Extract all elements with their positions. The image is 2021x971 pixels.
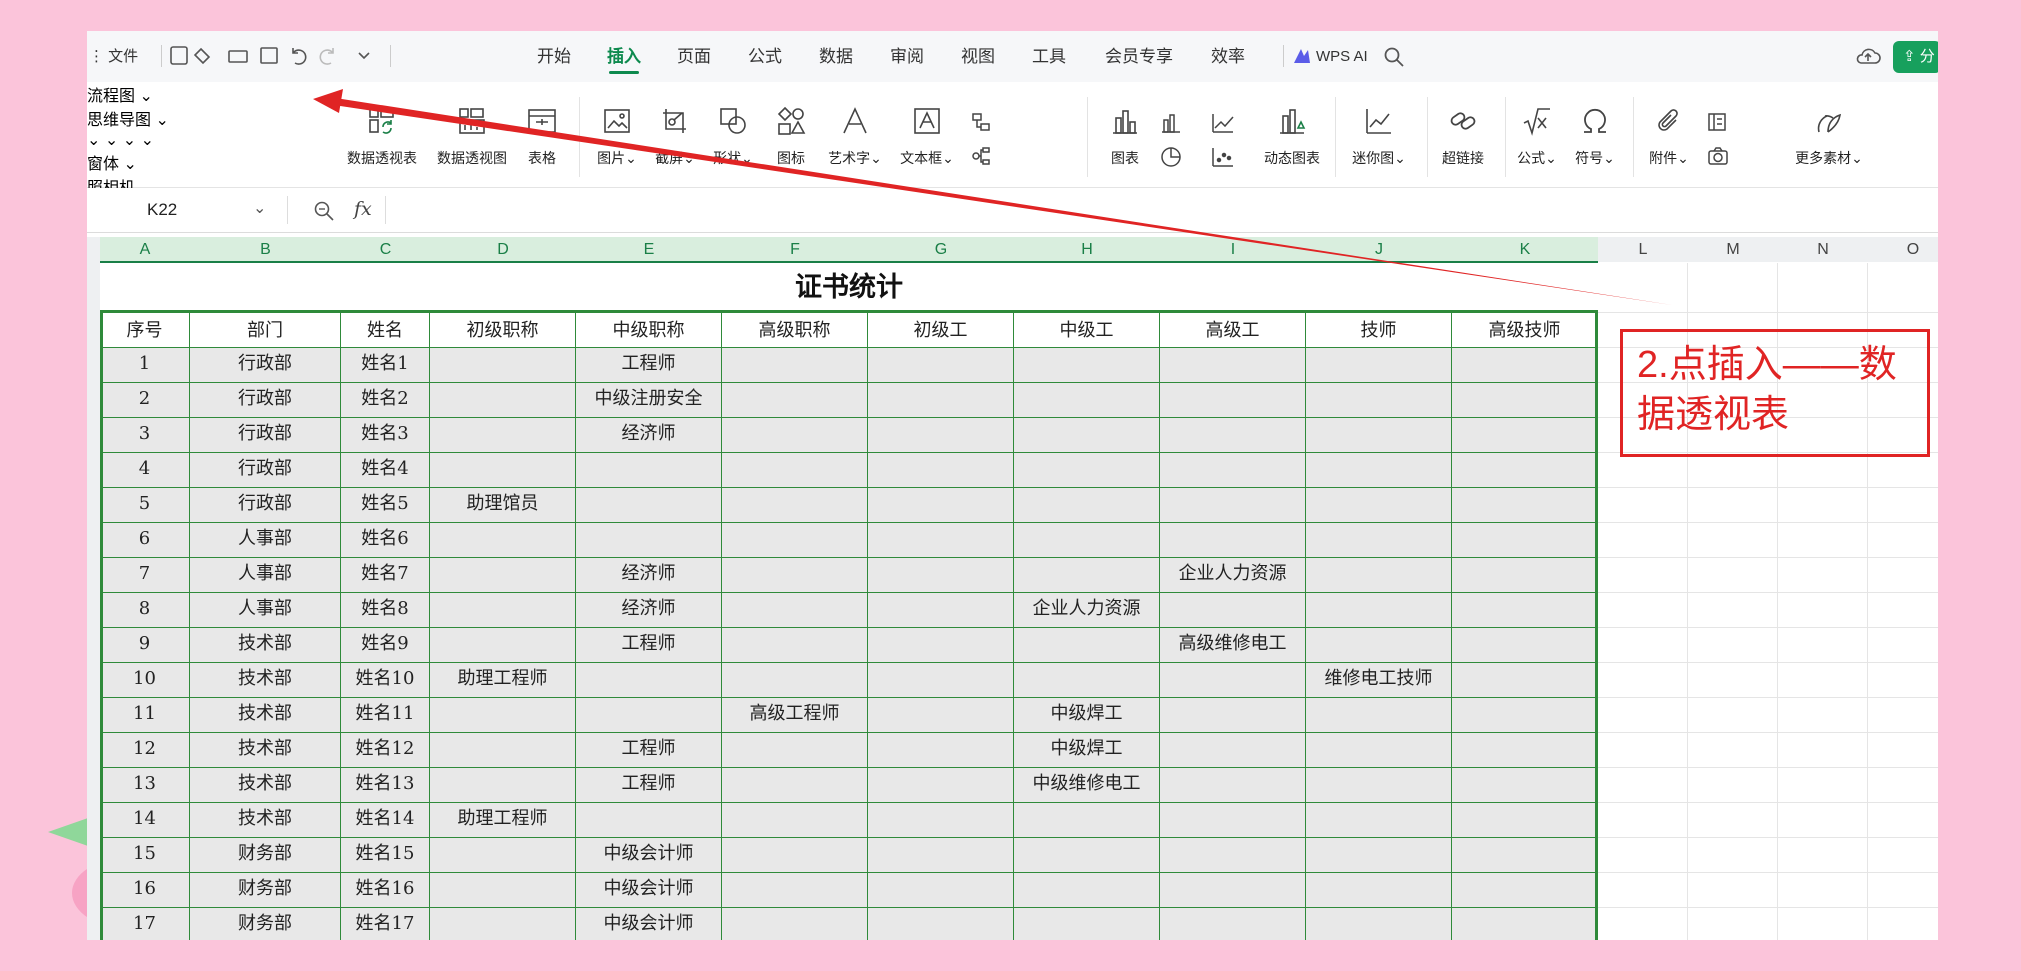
spreadsheet-window: ⋮ 文件 开始 插入 页面 公式 数据 审阅 视图 工具 会员专享 效率 WPS…: [87, 31, 1938, 940]
decorative-blob: [48, 818, 88, 846]
annotation-arrow: [313, 89, 1672, 305]
